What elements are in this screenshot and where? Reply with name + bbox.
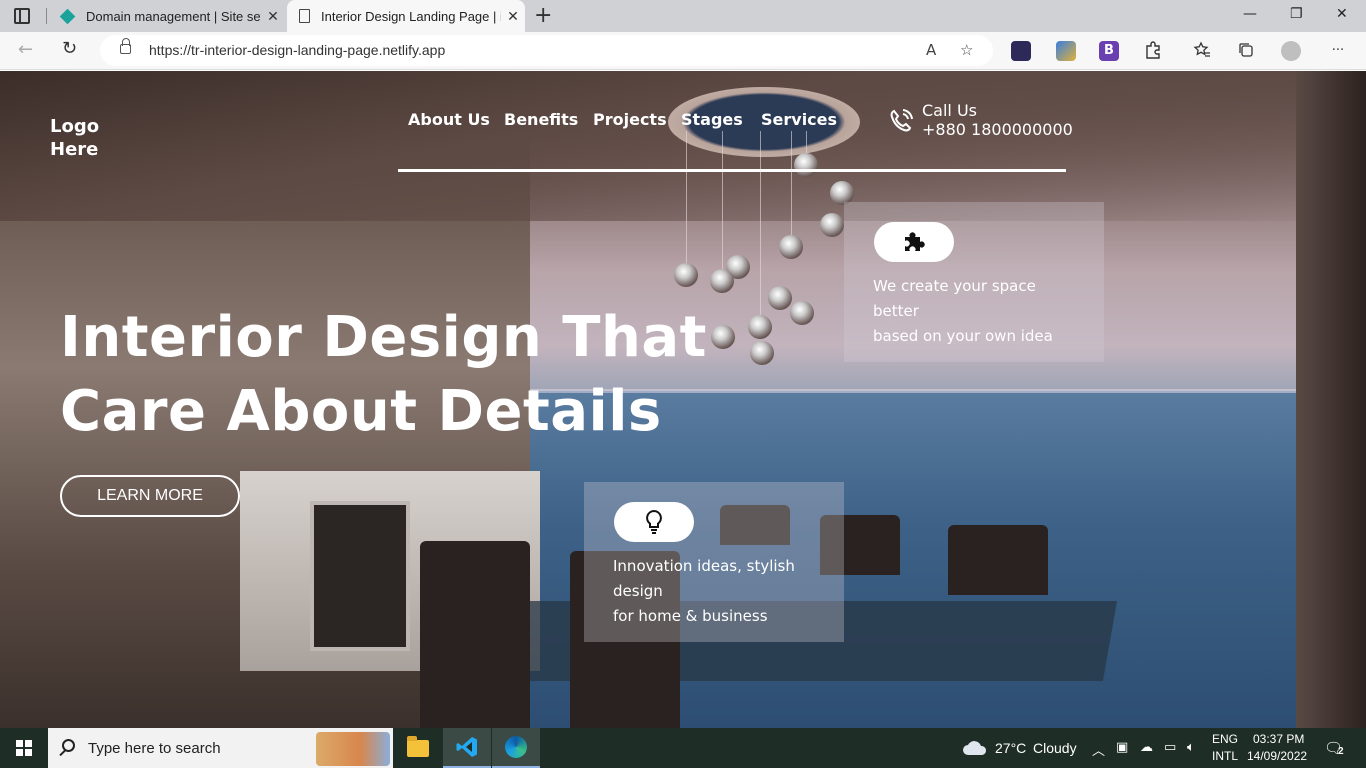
folder-icon bbox=[407, 735, 429, 757]
hero-title: Interior Design That Care About Details bbox=[60, 301, 760, 449]
card-text-line: We create your space bbox=[873, 277, 1036, 295]
extensions-puzzle-icon[interactable] bbox=[1143, 41, 1163, 61]
clock-time[interactable]: 03:37 PM bbox=[1253, 732, 1304, 746]
extension-b-icon[interactable]: B bbox=[1099, 41, 1119, 61]
search-highlight-image bbox=[316, 732, 390, 766]
nav-services[interactable]: Services bbox=[761, 110, 837, 129]
meet-now-icon[interactable]: ▣ bbox=[1116, 740, 1128, 755]
cloudy-weather-icon[interactable] bbox=[962, 739, 988, 757]
address-bar[interactable]: https://tr-interior-design-landing-page.… bbox=[100, 35, 993, 66]
windows-taskbar: Type here to search 27°C Cloudy ︿ ▣ ☁ ▭ … bbox=[0, 728, 1366, 768]
chair bbox=[948, 525, 1048, 595]
site-logo[interactable]: Logo Here bbox=[50, 115, 130, 161]
search-icon bbox=[62, 739, 75, 752]
keyboard-layout[interactable]: INTL bbox=[1212, 749, 1238, 763]
edge-button[interactable] bbox=[492, 728, 540, 768]
tab-interior-design[interactable]: Interior Design Landing Page | iN ✕ bbox=[287, 0, 525, 32]
feature-card: Innovation ideas, stylish design for hom… bbox=[584, 482, 844, 642]
phone-icon bbox=[890, 109, 913, 132]
more-menu-button[interactable]: ··· bbox=[1328, 41, 1348, 61]
card-icon-badge bbox=[614, 502, 694, 542]
reload-button[interactable]: ↻ bbox=[62, 38, 77, 59]
close-window-button[interactable]: ✕ bbox=[1336, 6, 1348, 22]
weather-description[interactable]: Cloudy bbox=[1033, 740, 1077, 756]
card-text-line: based on your own idea bbox=[873, 327, 1053, 345]
extension-colorful-icon[interactable] bbox=[1056, 41, 1076, 61]
call-us-label: Call Us bbox=[922, 101, 977, 120]
favorites-icon[interactable] bbox=[1192, 41, 1212, 61]
add-favorite-icon[interactable]: ☆ bbox=[960, 41, 973, 59]
card-icon-badge bbox=[874, 222, 954, 262]
onedrive-cloud-icon[interactable]: ☁ bbox=[1140, 740, 1153, 755]
network-icon[interactable]: ▭ bbox=[1164, 740, 1176, 755]
tab-strip: Domain management | Site settin ✕ Interi… bbox=[0, 0, 1366, 32]
tab-title: Domain management | Site settin bbox=[86, 8, 261, 24]
lightbulb-icon bbox=[646, 509, 662, 534]
tab-domain-management[interactable]: Domain management | Site settin ✕ bbox=[50, 0, 285, 32]
page-favicon-icon bbox=[299, 9, 310, 23]
tab-close-icon[interactable]: ✕ bbox=[501, 8, 525, 25]
window-frame bbox=[1296, 71, 1366, 728]
chandelier-ball bbox=[674, 263, 698, 287]
vscode-button[interactable] bbox=[443, 728, 491, 768]
taskbar-search[interactable]: Type here to search bbox=[48, 728, 393, 768]
wine-fridge bbox=[310, 501, 410, 651]
collections-icon[interactable] bbox=[1236, 41, 1256, 61]
show-hidden-icons-chevron-icon[interactable]: ︿ bbox=[1092, 740, 1105, 759]
logo-line: Logo bbox=[50, 116, 100, 137]
nav-stages[interactable]: Stages bbox=[681, 110, 743, 129]
chandelier-ball bbox=[790, 301, 814, 325]
windows-start-icon[interactable] bbox=[16, 740, 32, 756]
puzzle-icon bbox=[905, 232, 925, 251]
hero-title-line: Interior Design That bbox=[60, 305, 707, 370]
landing-page: Logo Here About Us Benefits Projects Sta… bbox=[0, 71, 1366, 728]
language-code[interactable]: ENG bbox=[1212, 732, 1238, 746]
tab-title: Interior Design Landing Page | iN bbox=[321, 8, 501, 24]
hero-title-line: Care About Details bbox=[60, 379, 662, 444]
learn-more-button[interactable]: LEARN MORE bbox=[60, 475, 240, 517]
chandelier-ball bbox=[710, 269, 734, 293]
clock-date[interactable]: 14/09/2022 bbox=[1247, 749, 1307, 763]
chandelier-ball bbox=[768, 286, 792, 310]
profile-avatar[interactable] bbox=[1281, 41, 1301, 61]
url-text[interactable]: https://tr-interior-design-landing-page.… bbox=[149, 42, 445, 58]
card-text-line: design bbox=[613, 582, 663, 600]
card-text-line: better bbox=[873, 302, 919, 320]
volume-icon[interactable]: 🔈︎ bbox=[1187, 740, 1195, 755]
file-explorer-button[interactable] bbox=[394, 728, 442, 768]
chandelier-ball bbox=[779, 235, 803, 259]
card-text-line: Innovation ideas, stylish bbox=[613, 557, 795, 575]
card-text: We create your space better based on you… bbox=[873, 274, 1083, 349]
nav-projects[interactable]: Projects bbox=[593, 110, 667, 129]
chair bbox=[420, 541, 530, 728]
card-text-line: for home & business bbox=[613, 607, 768, 625]
tab-actions-icon[interactable] bbox=[14, 8, 30, 24]
edge-icon bbox=[505, 736, 527, 758]
minimize-button[interactable]: — bbox=[1243, 6, 1257, 22]
tab-close-icon[interactable]: ✕ bbox=[261, 8, 285, 25]
restore-button[interactable]: ❐ bbox=[1290, 6, 1303, 22]
search-placeholder[interactable]: Type here to search bbox=[88, 740, 221, 757]
netlify-favicon-icon bbox=[59, 8, 76, 24]
read-aloud-icon[interactable]: A bbox=[926, 41, 936, 59]
card-text: Innovation ideas, stylish design for hom… bbox=[613, 554, 823, 629]
tab-separator bbox=[46, 8, 47, 24]
nav-about-us[interactable]: About Us bbox=[408, 110, 490, 129]
logo-line: Here bbox=[50, 139, 99, 160]
feature-card: We create your space better based on you… bbox=[844, 202, 1104, 362]
phone-number[interactable]: +880 1800000000 bbox=[922, 120, 1073, 139]
chandelier-ball bbox=[820, 213, 844, 237]
notification-count[interactable]: 2 bbox=[1338, 746, 1344, 757]
nav-benefits[interactable]: Benefits bbox=[504, 110, 578, 129]
back-button[interactable]: ← bbox=[18, 39, 33, 60]
lock-icon[interactable] bbox=[120, 38, 131, 54]
weather-temperature[interactable]: 27°C bbox=[995, 740, 1026, 756]
new-tab-button[interactable]: + bbox=[534, 3, 552, 28]
extension-tracker-icon[interactable] bbox=[1011, 41, 1031, 61]
vscode-icon bbox=[456, 737, 477, 757]
